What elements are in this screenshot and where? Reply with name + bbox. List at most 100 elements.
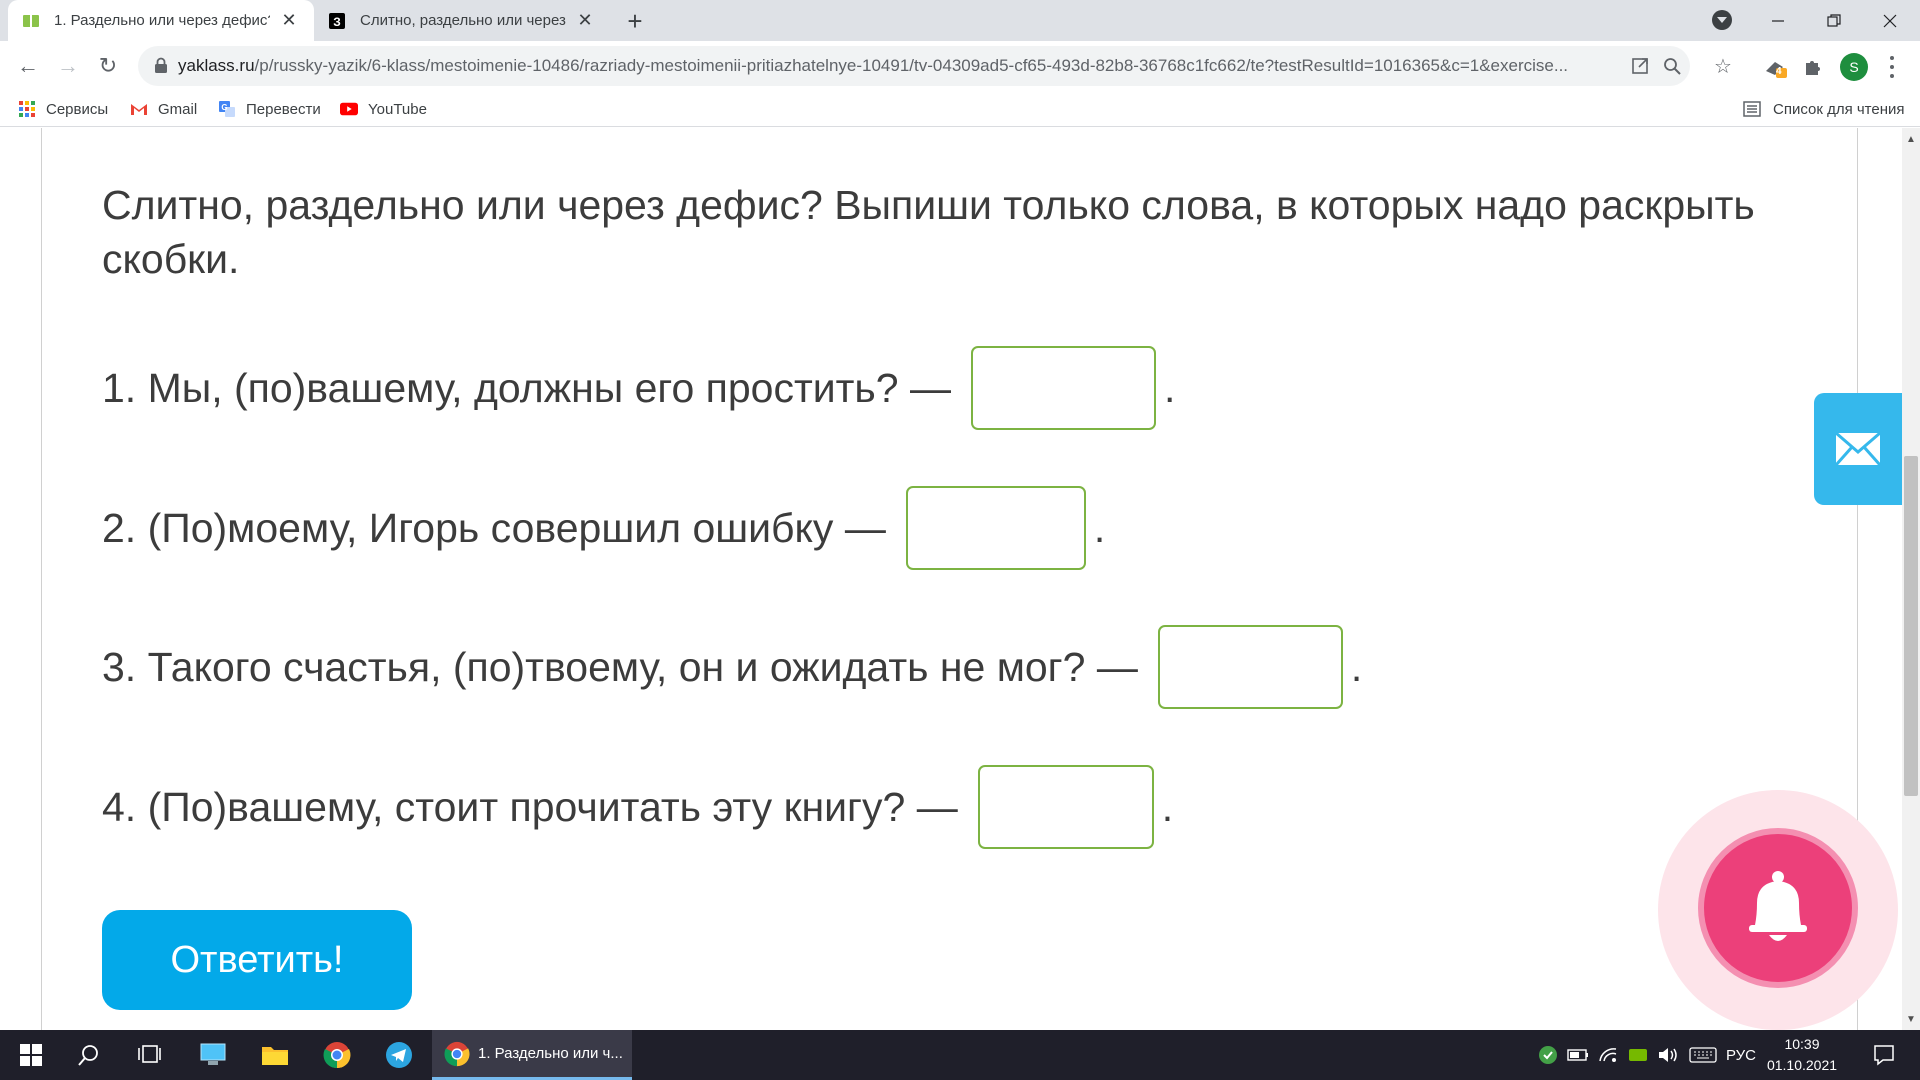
battery-icon[interactable] <box>1564 1030 1592 1080</box>
puzzle-extensions-icon[interactable] <box>1800 54 1826 80</box>
tab-exercise[interactable]: 1. Раздельно или через дефис? ✕ <box>8 0 314 41</box>
answer-input-3[interactable] <box>1157 625 1343 709</box>
bookmarks-bar: Сервисы Gmail G Перевести YouTube Список… <box>0 91 1920 127</box>
arrow-left-icon: ← <box>17 53 39 78</box>
znanija-favicon-icon: З <box>329 12 345 29</box>
folder-icon <box>262 1047 288 1065</box>
open-in-app-icon[interactable] <box>1630 56 1650 76</box>
restore-icon <box>1827 13 1841 27</box>
item-end: . <box>1161 783 1174 830</box>
clock-time: 10:39 <box>1784 1036 1820 1052</box>
close-icon <box>1883 14 1897 27</box>
gmail-icon <box>131 104 147 115</box>
reading-list-button[interactable]: Список для чтения <box>1743 91 1905 127</box>
exercise-item-1: 1. Мы, (по)вашему, должны его простить? … <box>102 346 1175 430</box>
close-icon[interactable]: ✕ <box>278 10 300 32</box>
browser-toolbar: ← → ↻ yaklass.ru/p/russky-yazik/6-klass/… <box>0 41 1920 91</box>
chrome-icon <box>444 1041 470 1066</box>
address-bar[interactable]: yaklass.ru/p/russky-yazik/6-klass/mestoi… <box>138 46 1690 86</box>
exercise-item-3: 3. Такого счастья, (по)твоему, он и ожид… <box>102 625 1362 709</box>
item-end: . <box>1164 364 1176 411</box>
content-border-left <box>41 128 42 1030</box>
submit-answer-button[interactable]: Ответить! <box>102 910 412 1010</box>
item-text: 2. (По)моему, Игорь совершил ошибку — <box>102 504 886 551</box>
page-content: Слитно, раздельно или через дефис? Выпиш… <box>0 128 1902 1030</box>
wifi-icon[interactable] <box>1594 1030 1622 1080</box>
windows-logo-icon <box>20 1044 42 1066</box>
translate-icon: G <box>219 101 235 117</box>
search-button[interactable] <box>62 1030 116 1080</box>
tray-app-icon[interactable] <box>1534 1030 1562 1080</box>
tab-title: 1. Раздельно или через дефис? <box>54 12 270 29</box>
start-button[interactable] <box>4 1030 58 1080</box>
zoom-icon[interactable] <box>1662 56 1682 76</box>
keyboard-icon[interactable] <box>1686 1030 1720 1080</box>
reload-button[interactable]: ↻ <box>92 50 124 82</box>
item-text: 4. (По)вашему, стоит прочитать эту книгу… <box>102 783 958 830</box>
lock-icon <box>155 57 167 73</box>
envelope-icon <box>1835 432 1881 466</box>
close-icon[interactable]: ✕ <box>574 10 596 32</box>
action-center-button[interactable] <box>1864 1030 1904 1080</box>
telegram-app[interactable] <box>372 1030 426 1080</box>
url-text[interactable]: yaklass.ru/p/russky-yazik/6-klass/mestoi… <box>178 46 1608 86</box>
arrow-right-icon: → <box>57 53 79 78</box>
answer-input-2[interactable] <box>905 486 1086 570</box>
tab-search-icon[interactable] <box>1712 10 1732 30</box>
feedback-mail-button[interactable] <box>1814 393 1902 505</box>
more-menu-icon[interactable] <box>1882 54 1902 80</box>
minimize-button[interactable] <box>1750 0 1806 41</box>
task-view-button[interactable] <box>122 1030 176 1080</box>
tab-strip: 1. Раздельно или через дефис? ✕ З Слитно… <box>0 0 1920 41</box>
bookmark-star-icon[interactable]: ☆ <box>1710 53 1736 79</box>
minimize-icon <box>1772 19 1784 22</box>
volume-icon[interactable] <box>1654 1030 1682 1080</box>
notifications-icon <box>1874 1045 1894 1066</box>
yaklass-favicon-icon <box>23 14 39 27</box>
windows-taskbar: 1. Раздельно или ч... РУС 10:39 01.10.20… <box>0 1030 1920 1080</box>
bookmark-services[interactable]: Сервисы <box>18 91 108 127</box>
profile-avatar[interactable]: S <box>1840 53 1868 81</box>
input-language[interactable]: РУС <box>1722 1030 1760 1080</box>
exercise-question: Слитно, раздельно или через дефис? Выпиш… <box>102 182 1755 282</box>
reload-icon: ↻ <box>98 53 118 78</box>
clock-date: 01.10.2021 <box>1766 1057 1838 1073</box>
exercise-item-2: 2. (По)моему, Игорь совершил ошибку — . <box>102 486 1105 570</box>
file-explorer-app[interactable] <box>248 1030 302 1080</box>
apps-grid-icon <box>19 101 35 117</box>
bookmark-gmail[interactable]: Gmail <box>130 91 197 127</box>
restore-button[interactable] <box>1806 0 1862 41</box>
bookmark-translate[interactable]: G Перевести <box>218 91 321 127</box>
svg-text:З: З <box>333 15 341 29</box>
computer-app[interactable] <box>186 1030 240 1080</box>
taskbar-active-window[interactable]: 1. Раздельно или ч... <box>432 1030 632 1080</box>
forward-button[interactable]: → <box>52 50 84 82</box>
new-tab-button[interactable]: + <box>620 6 650 36</box>
scroll-down-arrow-icon[interactable]: ▼ <box>1902 1010 1920 1028</box>
tab-title: Слитно, раздельно или через де <box>360 12 566 29</box>
search-icon <box>78 1045 98 1066</box>
chrome-app[interactable] <box>310 1030 364 1080</box>
youtube-icon <box>340 102 358 116</box>
nvidia-icon[interactable] <box>1624 1030 1652 1080</box>
plus-icon: + <box>627 5 643 36</box>
svg-text:G: G <box>221 103 227 112</box>
reading-list-icon <box>1743 101 1761 117</box>
answer-input-1[interactable] <box>971 346 1156 430</box>
item-end: . <box>1093 504 1106 551</box>
close-window-button[interactable] <box>1862 0 1918 41</box>
notifications-button[interactable] <box>1698 828 1858 988</box>
answer-input-4[interactable] <box>977 765 1154 849</box>
computer-icon <box>200 1043 226 1065</box>
bell-icon <box>1749 871 1807 941</box>
extension-badge: 4 <box>1776 66 1782 77</box>
telegram-icon <box>386 1042 412 1068</box>
bookmark-youtube[interactable]: YouTube <box>340 91 427 127</box>
extension-icon[interactable]: 4 <box>1762 54 1788 80</box>
tab-second[interactable]: З Слитно, раздельно или через де ✕ <box>314 0 610 41</box>
system-clock[interactable]: 10:39 01.10.2021 <box>1762 1034 1842 1076</box>
scrollbar-thumb[interactable] <box>1904 456 1918 796</box>
back-button[interactable]: ← <box>12 50 44 82</box>
item-end: . <box>1350 643 1363 690</box>
scroll-up-arrow-icon[interactable]: ▲ <box>1902 130 1920 148</box>
